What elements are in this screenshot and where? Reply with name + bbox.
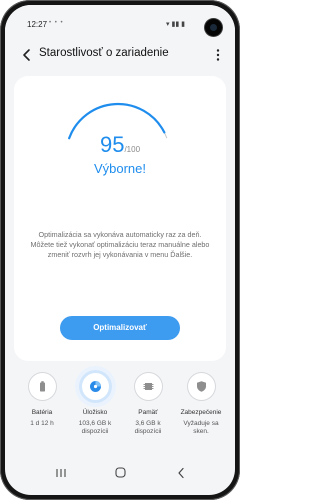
category-security[interactable]: Zabezpečenie Vyžaduje sa sken. xyxy=(178,373,224,436)
recent-apps-icon[interactable] xyxy=(55,468,67,478)
page-title: Starostlivosť o zariadenie xyxy=(39,47,169,59)
status-time: 12:27 xyxy=(27,20,48,29)
battery-button[interactable] xyxy=(28,373,56,400)
category-memory[interactable]: Pamäť 3,6 GB k dispozícii xyxy=(125,373,171,436)
score-row: 95/100 xyxy=(14,132,226,158)
memory-button[interactable] xyxy=(134,373,162,400)
phone-frame: 12:27 • • • ▾ ▮▮ ▮ Starostlivosť o zaria… xyxy=(0,0,240,500)
storage-icon xyxy=(89,381,101,392)
shield-icon xyxy=(196,381,206,392)
category-info: 103,6 GB k dispozícii xyxy=(78,420,112,435)
category-info: 1 d 12 h xyxy=(30,420,54,427)
back-arrow-icon[interactable] xyxy=(21,48,33,62)
memory-icon xyxy=(143,383,153,390)
category-row: Batéria 1 d 12 h Úložisko 103,6 GB k dis… xyxy=(14,373,226,443)
nav-back-icon[interactable] xyxy=(177,467,185,479)
category-battery[interactable]: Batéria 1 d 12 h xyxy=(19,373,65,428)
category-name: Úložisko xyxy=(82,409,108,416)
storage-button[interactable] xyxy=(81,373,109,400)
app-bar: Starostlivosť o zariadenie xyxy=(5,41,235,69)
notification-dots: • • • xyxy=(49,20,64,26)
score-value: 95 xyxy=(99,132,125,157)
score-max: /100 xyxy=(124,145,141,154)
category-info: 3,6 GB k dispozícii xyxy=(134,420,162,435)
score-card: 95/100 Výborne! Optimalizácia sa vykonáv… xyxy=(14,76,226,361)
score-rating: Výborne! xyxy=(93,161,147,176)
category-name: Zabezpečenie xyxy=(180,409,222,416)
device-care-screen: 12:27 • • • ▾ ▮▮ ▮ Starostlivosť o zaria… xyxy=(5,5,235,495)
navigation-bar xyxy=(5,463,235,487)
optimization-description: Optimalizácia sa vykonáva automaticky ra… xyxy=(30,230,210,260)
security-button[interactable] xyxy=(187,373,215,400)
status-bar: 12:27 • • • ▾ ▮▮ ▮ xyxy=(5,5,235,37)
more-options-icon[interactable] xyxy=(215,48,221,62)
category-name: Pamäť xyxy=(138,409,158,416)
category-name: Batéria xyxy=(31,409,53,416)
front-camera xyxy=(205,19,222,36)
category-info: Vyžaduje sa sken. xyxy=(183,420,219,435)
category-storage[interactable]: Úložisko 103,6 GB k dispozícii xyxy=(72,373,118,436)
home-icon[interactable] xyxy=(115,467,126,478)
battery-icon xyxy=(39,381,45,392)
optimize-button[interactable]: Optimalizovať xyxy=(60,316,180,340)
signal-battery-icons: ▾ ▮▮ ▮ xyxy=(166,21,185,28)
